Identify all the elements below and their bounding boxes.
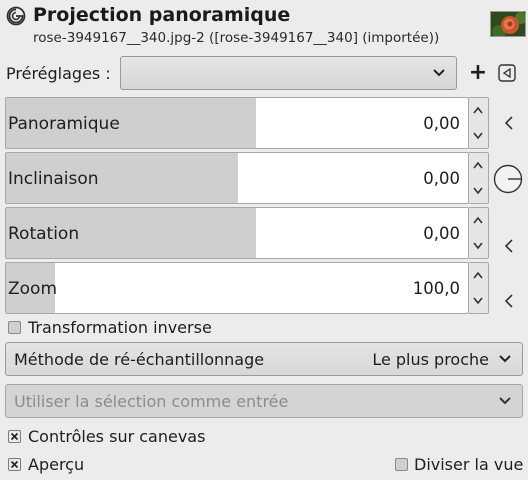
tilt-label: Inclinaison: [8, 169, 99, 189]
presets-label: Préréglages :: [6, 64, 111, 83]
rotation-value: 0,00: [423, 224, 460, 243]
preview-checkbox[interactable]: [8, 458, 21, 471]
zoom-label: Zoom: [8, 279, 58, 299]
use-selection-dropdown: Utiliser la sélection comme entrée: [5, 384, 523, 418]
chevron-down-icon[interactable]: [473, 242, 483, 250]
use-selection-label: Utiliser la sélection comme entrée: [14, 392, 289, 411]
resampling-value: Le plus proche: [372, 350, 489, 369]
pan-stepper[interactable]: [469, 97, 489, 149]
preset-menu-icon[interactable]: [498, 64, 516, 82]
image-subtitle: rose-3949167__340.jpg-2 ([rose-3949167__…: [33, 30, 440, 46]
add-preset-button[interactable]: +: [466, 60, 490, 86]
reset-arrow-icon[interactable]: [496, 233, 522, 259]
gegl-icon: [6, 6, 26, 26]
resampling-dropdown[interactable]: Méthode de ré-échantillonnage Le plus pr…: [5, 342, 523, 376]
canvas-controls-checkbox[interactable]: [8, 430, 21, 443]
chevron-down-icon[interactable]: [473, 132, 483, 140]
chevron-up-icon[interactable]: [473, 106, 483, 114]
split-view-label: Diviser la vue: [414, 455, 524, 474]
preview-label: Aperçu: [28, 455, 85, 474]
chevron-down-icon[interactable]: [473, 187, 483, 195]
reset-arrow-icon[interactable]: [496, 288, 522, 314]
rotation-label: Rotation: [8, 224, 80, 244]
resampling-label: Méthode de ré-échantillonnage: [14, 350, 265, 369]
tilt-value: 0,00: [423, 169, 460, 188]
pan-value: 0,00: [423, 114, 460, 133]
chevron-up-icon[interactable]: [473, 216, 483, 224]
chevron-down-icon: [433, 69, 445, 77]
inverse-transform-label: Transformation inverse: [28, 318, 212, 337]
presets-combo[interactable]: [120, 56, 457, 90]
pan-scale[interactable]: Panoramique 0,00: [5, 97, 469, 149]
check-icon: [10, 432, 19, 441]
pan-label: Panoramique: [8, 114, 120, 134]
zoom-scale[interactable]: Zoom 100,0: [5, 262, 469, 314]
rotation-stepper[interactable]: [469, 207, 489, 259]
angle-dial-icon[interactable]: [493, 164, 523, 194]
chevron-up-icon[interactable]: [473, 271, 483, 279]
tilt-scale[interactable]: Inclinaison 0,00: [5, 152, 469, 204]
chevron-down-icon[interactable]: [473, 297, 483, 305]
chevron-down-icon: [499, 355, 511, 363]
zoom-stepper[interactable]: [469, 262, 489, 314]
split-view-checkbox[interactable]: [395, 458, 408, 471]
chevron-down-icon: [499, 397, 511, 405]
canvas-controls-label: Contrôles sur canevas: [28, 427, 206, 446]
rotation-scale[interactable]: Rotation 0,00: [5, 207, 469, 259]
dialog-title: Projection panoramique: [33, 4, 291, 26]
chevron-up-icon[interactable]: [473, 161, 483, 169]
tilt-stepper[interactable]: [469, 152, 489, 204]
image-thumbnail: [490, 11, 526, 37]
inverse-transform-checkbox[interactable]: [8, 321, 21, 334]
zoom-value: 100,0: [412, 279, 460, 298]
reset-arrow-icon[interactable]: [496, 110, 522, 136]
check-icon: [10, 460, 19, 469]
